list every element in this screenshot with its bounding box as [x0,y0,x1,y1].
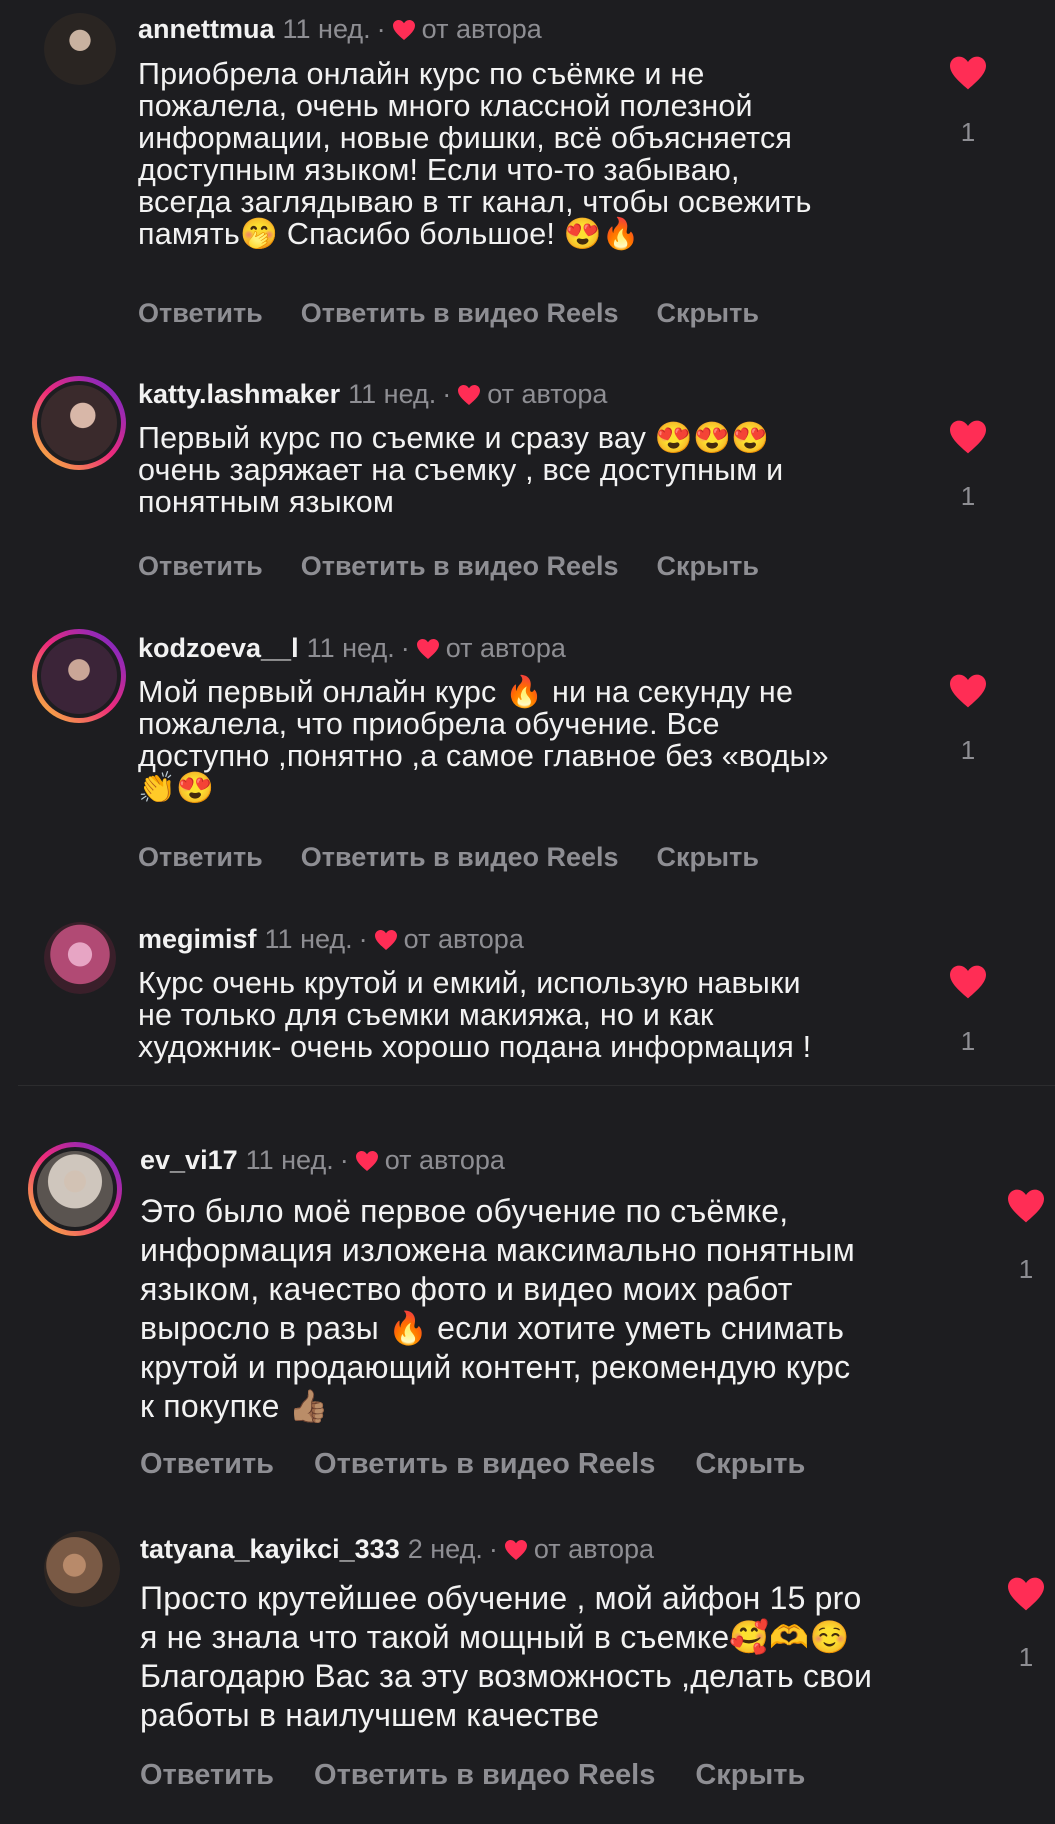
reply-button[interactable]: Ответить [140,1448,274,1481]
comment-time: 11 нед. [264,924,353,954]
author-heart-icon [374,929,397,950]
author-heart-icon [355,1150,378,1171]
author-heart-icon [504,1539,527,1560]
like-heart-icon[interactable] [948,964,988,1000]
comment-username[interactable]: kodzoeva__l [138,635,299,662]
avatar[interactable] [44,13,116,85]
like-count: 1 [1018,1254,1034,1284]
hide-button[interactable]: Скрыть [657,551,759,582]
reply-button[interactable]: Ответить [138,842,263,873]
author-heart-icon [416,638,439,659]
author-heart-icon [392,19,415,40]
comment-username[interactable]: katty.lashmaker [138,381,340,408]
hide-button[interactable]: Скрыть [695,1759,805,1792]
comment-time: 11 нед. [245,1145,334,1175]
avatar[interactable] [44,1531,120,1607]
author-liked-label: от автора [384,1145,505,1175]
reply-reels-button[interactable]: Ответить в видео Reels [314,1759,655,1792]
like-heart-icon[interactable] [948,55,988,91]
author-liked-label: от автора [533,1534,654,1564]
reply-reels-button[interactable]: Ответить в видео Reels [314,1448,655,1481]
comment-username[interactable]: tatyana_kayikci_333 [140,1536,400,1563]
comment-username[interactable]: annettmua [138,16,275,43]
avatar[interactable] [32,376,126,470]
like-heart-icon[interactable] [1006,1188,1046,1224]
avatar[interactable] [28,1142,122,1236]
comment-text: Это было моё первое обучение по съёмке, … [140,1193,855,1424]
comment-username[interactable]: ev_vi17 [140,1147,238,1174]
like-count: 1 [960,117,976,147]
like-count: 1 [960,1026,976,1056]
reply-reels-button[interactable]: Ответить в видео Reels [301,551,619,582]
comments-panel: annettmua 11 нед. · от автора Приобрела … [0,0,1055,1824]
reply-reels-button[interactable]: Ответить в видео Reels [301,298,619,329]
comment-time: 11 нед. [306,633,395,663]
like-count: 1 [1018,1642,1034,1672]
like-heart-icon[interactable] [1006,1576,1046,1612]
reply-reels-button[interactable]: Ответить в видео Reels [301,842,619,873]
like-count: 1 [960,735,976,765]
comment-text: Курс очень крутой и емкий, использую нав… [138,966,812,1064]
author-liked-label: от автора [421,14,542,44]
reply-button[interactable]: Ответить [140,1759,274,1792]
reply-button[interactable]: Ответить [138,298,263,329]
comment-text: Первый курс по съемке и сразу вау 😍😍😍 оч… [138,421,784,519]
author-heart-icon [458,384,481,405]
like-heart-icon[interactable] [948,673,988,709]
like-heart-icon[interactable] [948,419,988,455]
comment-text: Мой первый онлайн курс 🔥 ни на секунду н… [138,675,829,805]
comment-username[interactable]: megimisf [138,926,257,953]
author-liked-label: от автора [445,633,566,663]
author-liked-label: от автора [403,924,524,954]
reply-button[interactable]: Ответить [138,551,263,582]
comment-time: 2 нед. [407,1534,483,1564]
hide-button[interactable]: Скрыть [657,298,759,329]
comment-text: Просто крутейшее обучение , мой айфон 15… [140,1580,873,1733]
like-count: 1 [960,481,976,511]
comment-time: 11 нед. [348,379,437,409]
avatar[interactable] [32,629,126,723]
hide-button[interactable]: Скрыть [657,842,759,873]
divider [18,1085,1055,1086]
avatar[interactable] [44,922,116,994]
hide-button[interactable]: Скрыть [695,1448,805,1481]
comment-text: Приобрела онлайн курс по съёмке и не пож… [138,57,812,251]
author-liked-label: от автора [487,379,608,409]
comment-time: 11 нед. [282,14,371,44]
